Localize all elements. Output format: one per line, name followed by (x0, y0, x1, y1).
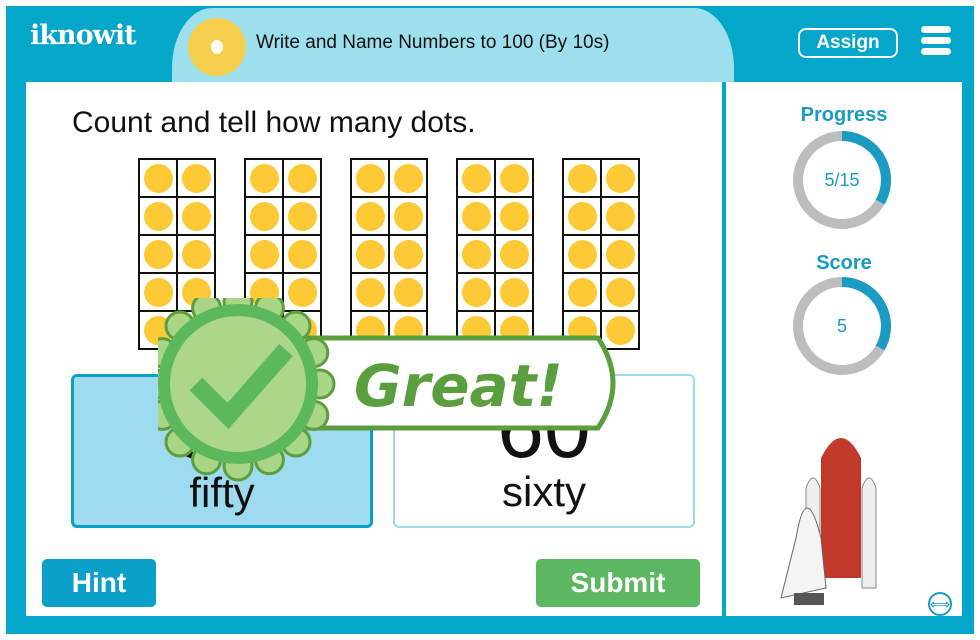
sun-icon (188, 18, 246, 76)
dot (249, 201, 279, 231)
great-text: Great! (354, 352, 563, 420)
progress-value: 5/15 (824, 170, 860, 190)
dot (249, 163, 279, 193)
dot (605, 201, 635, 231)
dot (499, 239, 529, 269)
progress-label: Progress (800, 104, 888, 126)
great-feedback-badge: Great! (158, 298, 616, 482)
lesson-title: Write and Name Numbers to 100 (By 10s) (256, 32, 610, 53)
submit-button[interactable]: Submit (536, 559, 700, 607)
sidebar: Progress 5/15 Score 5 ⟺ (726, 82, 962, 616)
dot (287, 163, 317, 193)
dot (567, 163, 597, 193)
dot (355, 239, 385, 269)
dot (355, 163, 385, 193)
dot (287, 239, 317, 269)
score-label: Score (816, 252, 872, 274)
dot (143, 239, 173, 269)
dot (567, 239, 597, 269)
dot (355, 201, 385, 231)
expand-icon[interactable]: ⟺ (928, 592, 952, 616)
dot (567, 201, 597, 231)
space-shuttle-image (780, 438, 877, 605)
dot (461, 201, 491, 231)
hamburger-icon[interactable] (921, 26, 951, 59)
dot (143, 163, 173, 193)
dot (287, 201, 317, 231)
question-panel: Count and tell how many dots. 50 fifty 6… (26, 82, 722, 616)
app-frame: iknowit Write and Name Numbers to 100 (B… (6, 6, 974, 634)
dot (393, 239, 423, 269)
hint-button[interactable]: Hint (42, 559, 156, 607)
dot (393, 163, 423, 193)
dot (461, 163, 491, 193)
dot (461, 239, 491, 269)
dot (181, 163, 211, 193)
score-value: 5 (836, 316, 847, 336)
dot (499, 201, 529, 231)
logo[interactable]: iknowit (30, 20, 137, 51)
dot (143, 201, 173, 231)
title-bar: Write and Name Numbers to 100 (By 10s) (172, 8, 734, 82)
dot (249, 239, 279, 269)
assign-button[interactable]: Assign (798, 28, 898, 58)
dot (499, 163, 529, 193)
dot (605, 239, 635, 269)
header: iknowit Write and Name Numbers to 100 (B… (6, 6, 974, 82)
dot (181, 201, 211, 231)
question-prompt: Count and tell how many dots. (72, 106, 476, 139)
dot (181, 239, 211, 269)
dot (605, 163, 635, 193)
dot (393, 201, 423, 231)
